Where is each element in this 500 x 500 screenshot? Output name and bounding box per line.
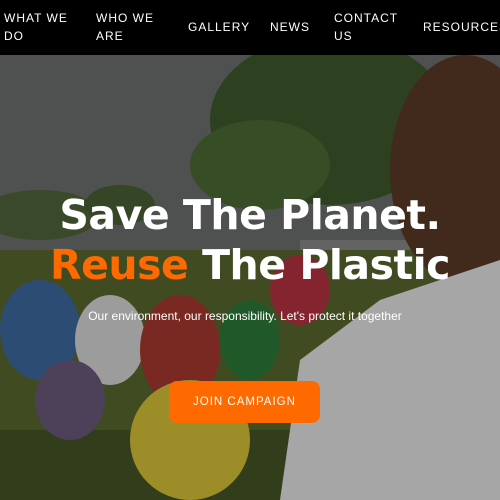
nav-item-resources[interactable]: RESOURCES xyxy=(423,18,500,36)
headline-accent-word: Reuse xyxy=(50,241,189,289)
hero-headline: Save The Planet. Reuse The Plastic xyxy=(0,190,500,290)
hero-tagline: Our environment, our responsibility. Let… xyxy=(88,309,402,323)
headline-line-1: Save The Planet. xyxy=(59,191,441,239)
top-navbar: WHAT WE DO WHO WE ARE GALLERY NEWS CONTA… xyxy=(0,0,500,55)
nav-item-contact-us[interactable]: CONTACT US xyxy=(334,9,404,45)
nav-item-who-we-are[interactable]: WHO WE ARE xyxy=(96,9,176,45)
join-campaign-button[interactable]: JOIN CAMPAIGN xyxy=(169,381,320,423)
nav-item-news[interactable]: NEWS xyxy=(270,18,310,36)
headline-line-2-rest: The Plastic xyxy=(188,241,450,289)
nav-item-what-we-do[interactable]: WHAT WE DO xyxy=(4,9,84,45)
nav-item-gallery[interactable]: GALLERY xyxy=(188,18,250,36)
